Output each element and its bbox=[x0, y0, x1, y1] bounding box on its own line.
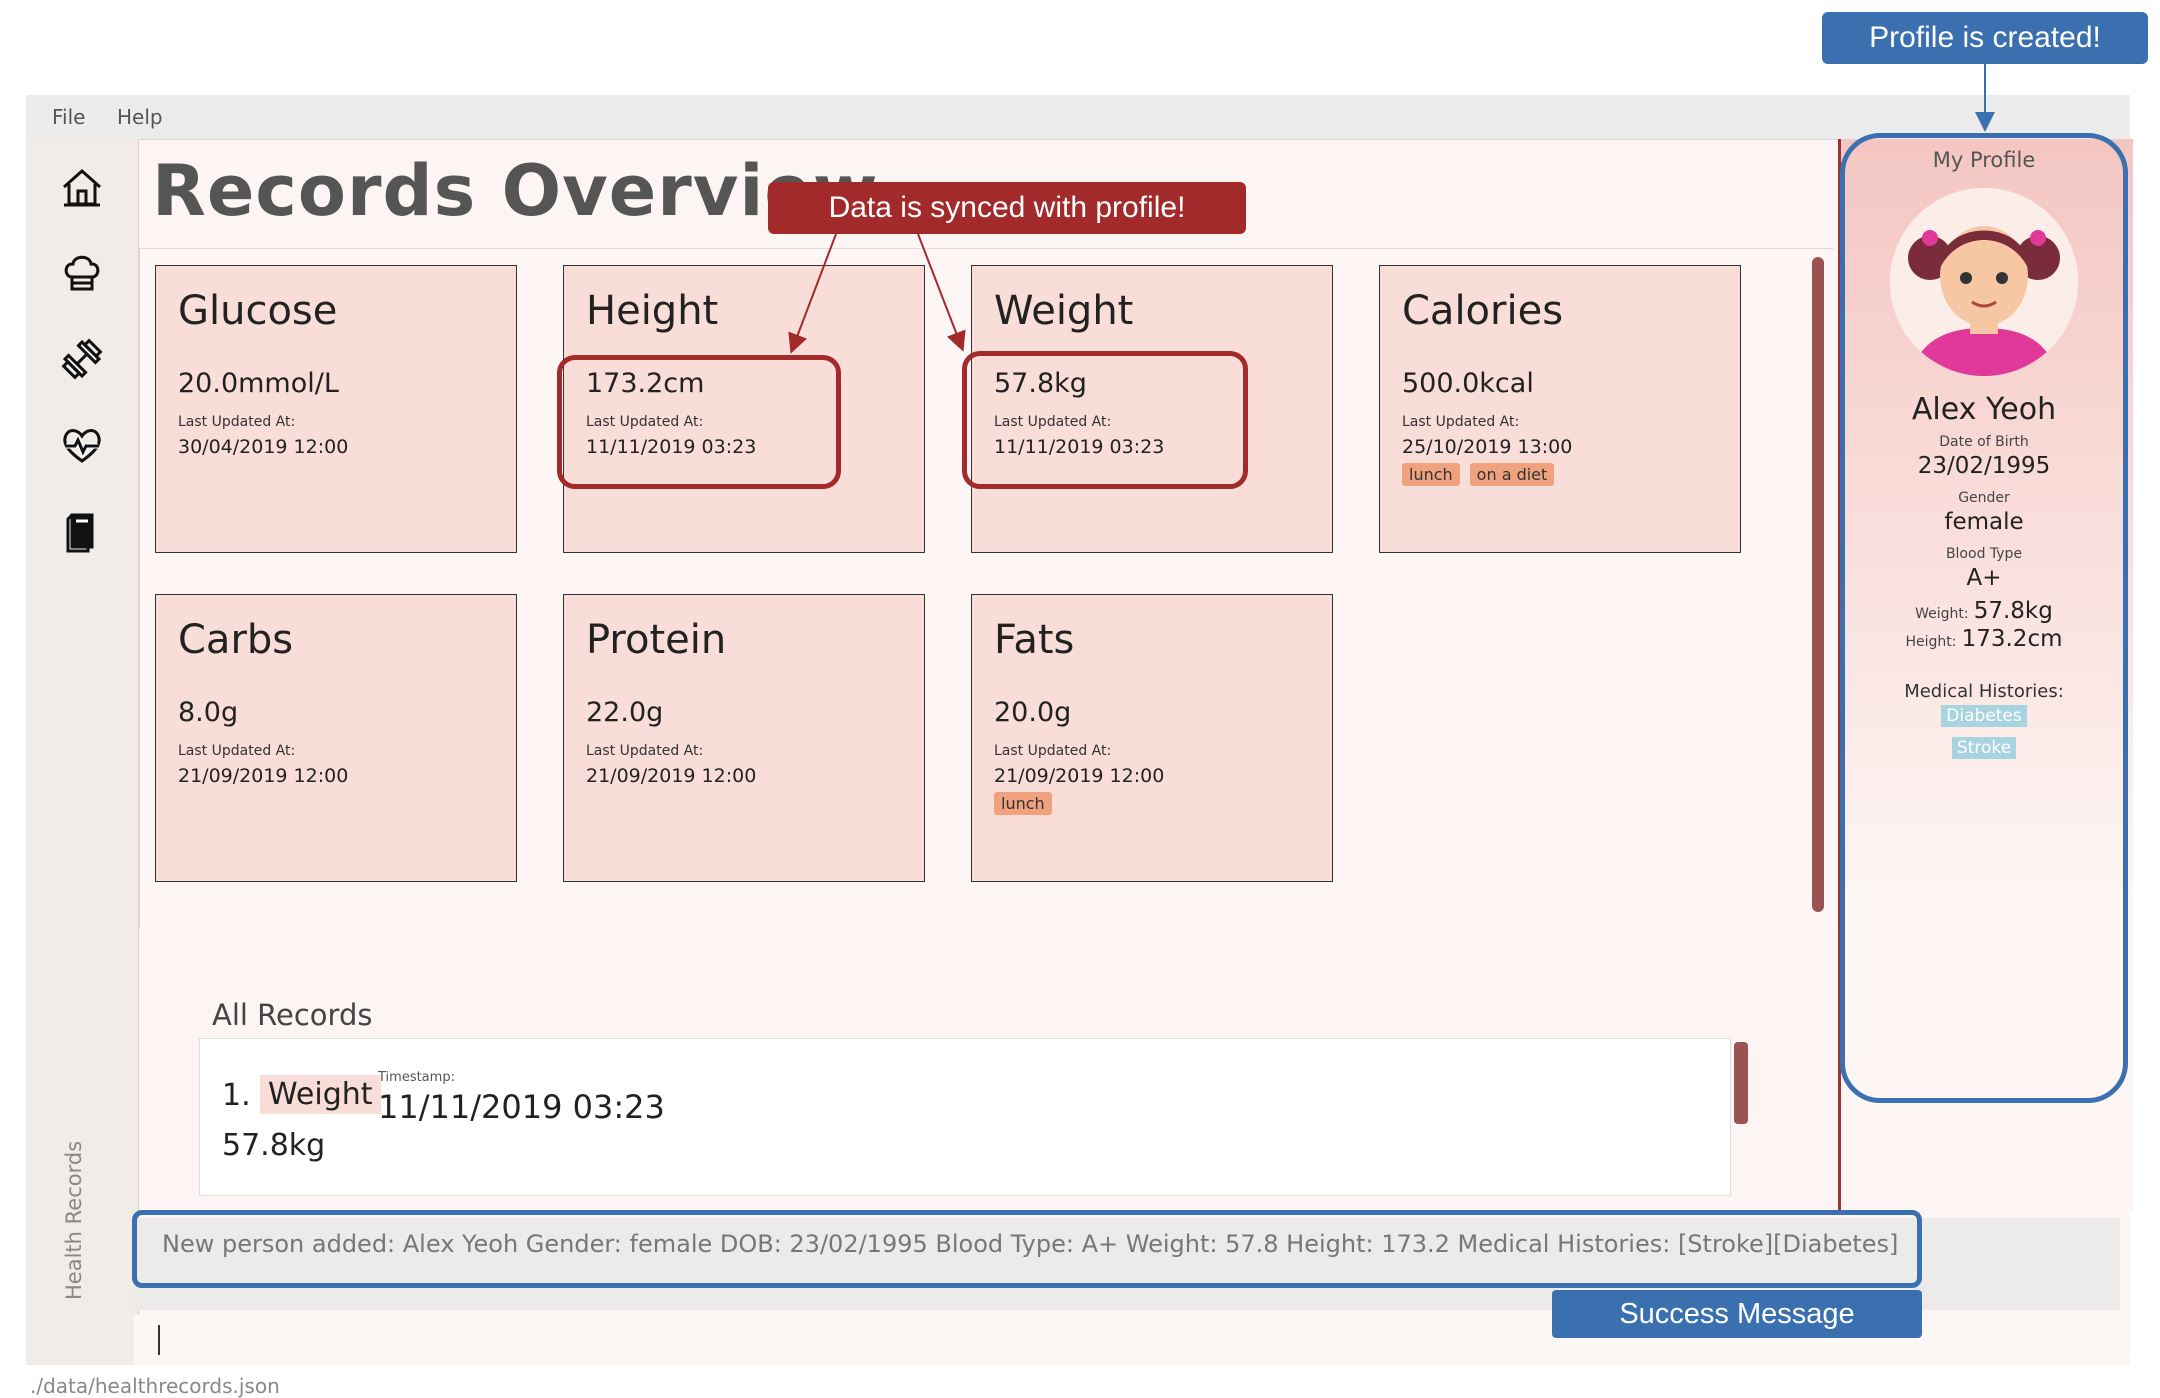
profile-created-callout: Profile is created! bbox=[1822, 12, 2148, 64]
synced-callout: Data is synced with profile! bbox=[768, 182, 1246, 234]
success-message-callout: Success Message bbox=[1552, 1290, 1922, 1338]
